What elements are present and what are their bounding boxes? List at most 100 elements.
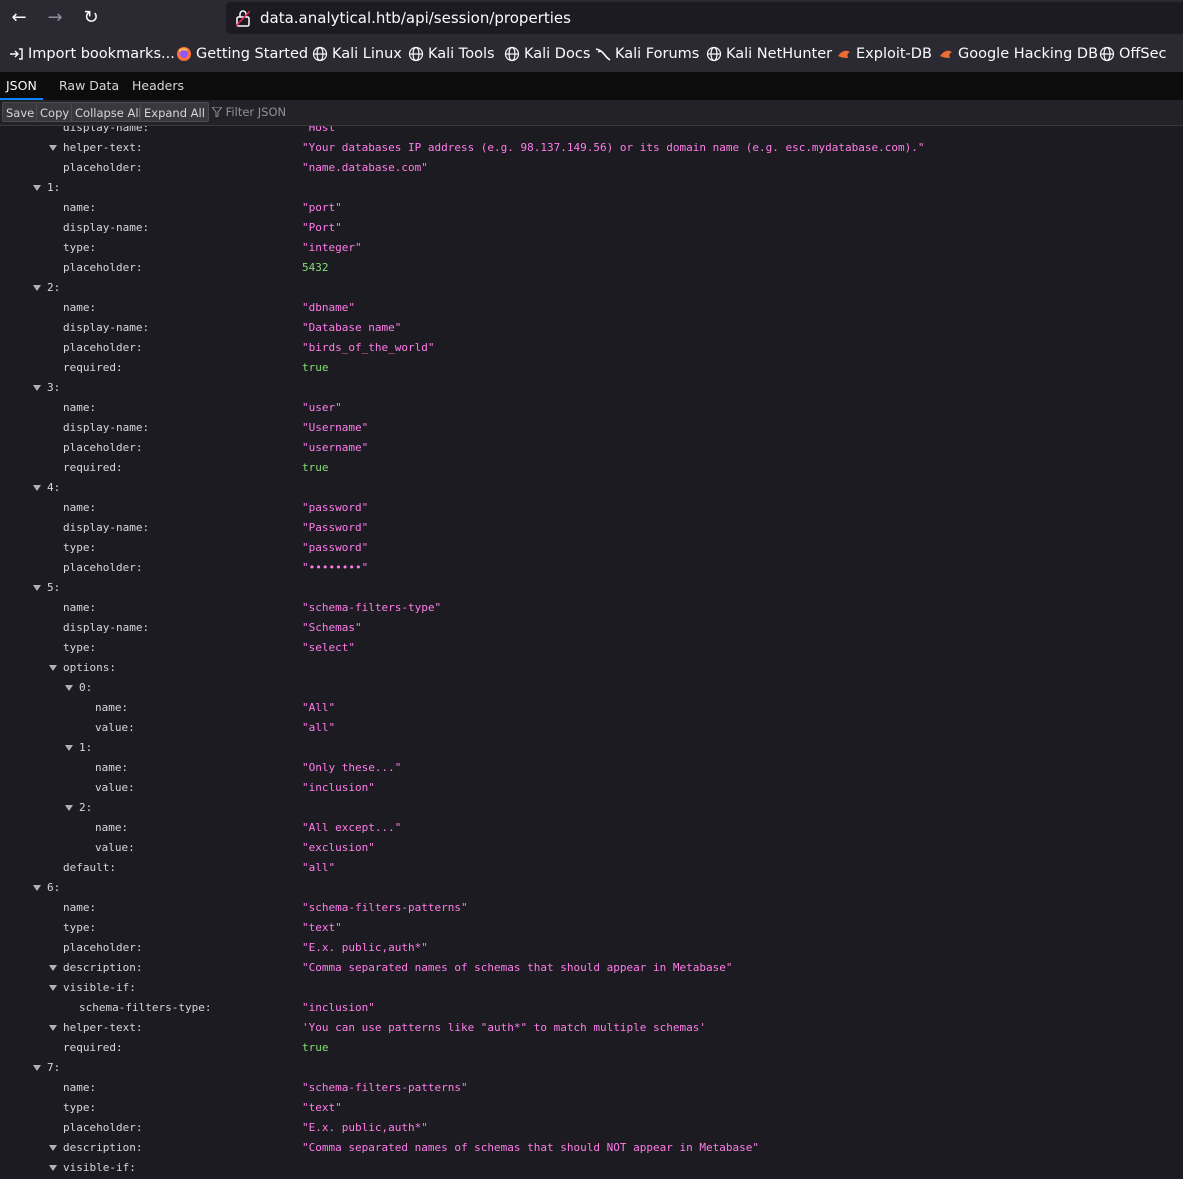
bookmark-kali-docs[interactable]: Kali Docs [504, 45, 590, 63]
json-row[interactable]: name: "schema-filters-type" [0, 598, 1183, 618]
expand-toggle-icon[interactable] [65, 805, 73, 811]
collapse-all-button[interactable]: Collapse All [71, 102, 146, 122]
expand-toggle-icon[interactable] [49, 1145, 57, 1151]
expand-toggle-icon[interactable] [33, 885, 41, 891]
json-row[interactable]: name: "Only these..." [0, 758, 1183, 778]
tab-headers[interactable]: Headers [132, 72, 184, 100]
expand-toggle-icon[interactable] [33, 385, 41, 391]
expand-toggle-icon[interactable] [33, 485, 41, 491]
expand-toggle-icon[interactable] [49, 1025, 57, 1031]
bookmark-kali-forums[interactable]: Kali Forums [595, 45, 699, 63]
json-row[interactable]: name: "schema-filters-patterns" [0, 898, 1183, 918]
json-row[interactable]: placeholder: "E.x. public,auth*" [0, 1118, 1183, 1138]
json-row[interactable]: type: "password" [0, 538, 1183, 558]
json-row[interactable]: schema-filters-type: "inclusion" [0, 998, 1183, 1018]
bookmark-google-hacking-db[interactable]: Google Hacking DB [938, 45, 1098, 63]
json-row[interactable]: required: true [0, 1038, 1183, 1058]
url-text[interactable]: data.analytical.htb/api/session/properti… [260, 9, 571, 27]
forward-arrow-icon[interactable]: → [43, 6, 67, 30]
json-row[interactable]: placeholder: "name.database.com" [0, 158, 1183, 178]
json-key: display-name: [63, 421, 150, 434]
expand-toggle-icon[interactable] [33, 185, 41, 191]
json-row[interactable]: 7: [0, 1058, 1183, 1078]
json-row[interactable]: helper-text: "Your databases IP address (… [0, 138, 1183, 158]
json-row[interactable]: 1: [0, 178, 1183, 198]
json-row[interactable]: display-name: "Database name" [0, 318, 1183, 338]
expand-toggle-icon[interactable] [49, 965, 57, 971]
json-row[interactable]: 2: [0, 278, 1183, 298]
json-row[interactable]: name: "user" [0, 398, 1183, 418]
json-row[interactable]: required: true [0, 358, 1183, 378]
json-row[interactable]: visible-if: [0, 978, 1183, 998]
tab-raw-data[interactable]: Raw Data [59, 72, 119, 100]
bookmark-import[interactable]: Import bookmarks... [8, 45, 175, 63]
expand-toggle-icon[interactable] [33, 1065, 41, 1071]
json-row[interactable]: 2: [0, 798, 1183, 818]
json-row[interactable]: default: "all" [0, 858, 1183, 878]
reload-icon[interactable]: ↻ [79, 6, 103, 30]
json-row[interactable]: type: "text" [0, 918, 1183, 938]
json-row[interactable]: name: "port" [0, 198, 1183, 218]
bookmark-kali-linux[interactable]: Kali Linux [312, 45, 402, 63]
json-row[interactable]: value: "inclusion" [0, 778, 1183, 798]
json-key: 1: [47, 181, 61, 194]
bookmark-offsec[interactable]: OffSec [1099, 45, 1167, 63]
expand-toggle-icon[interactable] [49, 1165, 57, 1171]
json-row[interactable]: visible-if: [0, 1158, 1183, 1178]
json-key: 1: [79, 741, 93, 754]
json-row[interactable]: required: true [0, 458, 1183, 478]
bookmark-kali-nethunter[interactable]: Kali NetHunter [706, 45, 832, 63]
insecure-lock-icon[interactable] [236, 9, 250, 27]
json-row[interactable]: 5: [0, 578, 1183, 598]
json-row[interactable]: description: "Comma separated names of sc… [0, 1138, 1183, 1158]
bookmark-exploit-db[interactable]: Exploit-DB [836, 45, 932, 63]
address-bar[interactable]: data.analytical.htb/api/session/properti… [226, 2, 1183, 34]
save-button[interactable]: Save [2, 102, 39, 122]
json-row[interactable]: name: "dbname" [0, 298, 1183, 318]
expand-all-button[interactable]: Expand All [140, 102, 209, 122]
json-value: "port" [302, 201, 342, 214]
expand-toggle-icon[interactable] [49, 665, 57, 671]
json-row[interactable]: display-name: "Schemas" [0, 618, 1183, 638]
expand-toggle-icon[interactable] [49, 145, 57, 151]
json-row[interactable]: placeholder: "birds_of_the_world" [0, 338, 1183, 358]
json-row[interactable]: description: "Comma separated names of sc… [0, 958, 1183, 978]
json-row[interactable]: display-name: "Host" [0, 126, 1183, 138]
json-row[interactable]: type: "text" [0, 1098, 1183, 1118]
back-arrow-icon[interactable]: ← [7, 6, 31, 30]
json-row[interactable]: type: "integer" [0, 238, 1183, 258]
expand-toggle-icon[interactable] [65, 745, 73, 751]
json-value: "dbname" [302, 301, 355, 314]
json-row[interactable]: placeholder: "••••••••" [0, 558, 1183, 578]
bookmark-getting-started[interactable]: Getting Started [176, 45, 308, 63]
bookmark-kali-tools[interactable]: Kali Tools [408, 45, 495, 63]
json-row[interactable]: display-name: "Password" [0, 518, 1183, 538]
json-row[interactable]: name: "password" [0, 498, 1183, 518]
copy-button[interactable]: Copy [36, 102, 74, 122]
expand-toggle-icon[interactable] [33, 285, 41, 291]
json-row[interactable]: helper-text: 'You can use patterns like "… [0, 1018, 1183, 1038]
json-row[interactable]: 4: [0, 478, 1183, 498]
json-row[interactable]: display-name: "Username" [0, 418, 1183, 438]
tab-json[interactable]: JSON [0, 72, 43, 100]
json-row[interactable]: 6: [0, 878, 1183, 898]
json-row[interactable]: type: "select" [0, 638, 1183, 658]
json-row[interactable]: 3: [0, 378, 1183, 398]
expand-toggle-icon[interactable] [65, 685, 73, 691]
json-row[interactable]: name: "All" [0, 698, 1183, 718]
json-row[interactable]: value: "exclusion" [0, 838, 1183, 858]
json-row[interactable]: placeholder: 5432 [0, 258, 1183, 278]
filter-json-input[interactable]: Filter JSON [210, 105, 286, 119]
json-row[interactable]: name: "All except..." [0, 818, 1183, 838]
json-row[interactable]: options: [0, 658, 1183, 678]
expand-toggle-icon[interactable] [33, 585, 41, 591]
json-row[interactable]: 0: [0, 678, 1183, 698]
json-row[interactable]: placeholder: "username" [0, 438, 1183, 458]
json-row[interactable]: name: "schema-filters-patterns" [0, 1078, 1183, 1098]
json-row[interactable]: placeholder: "E.x. public,auth*" [0, 938, 1183, 958]
json-row[interactable]: display-name: "Port" [0, 218, 1183, 238]
json-row[interactable]: 1: [0, 738, 1183, 758]
expand-toggle-icon[interactable] [49, 985, 57, 991]
json-row[interactable]: value: "all" [0, 718, 1183, 738]
globe-icon [706, 46, 722, 62]
